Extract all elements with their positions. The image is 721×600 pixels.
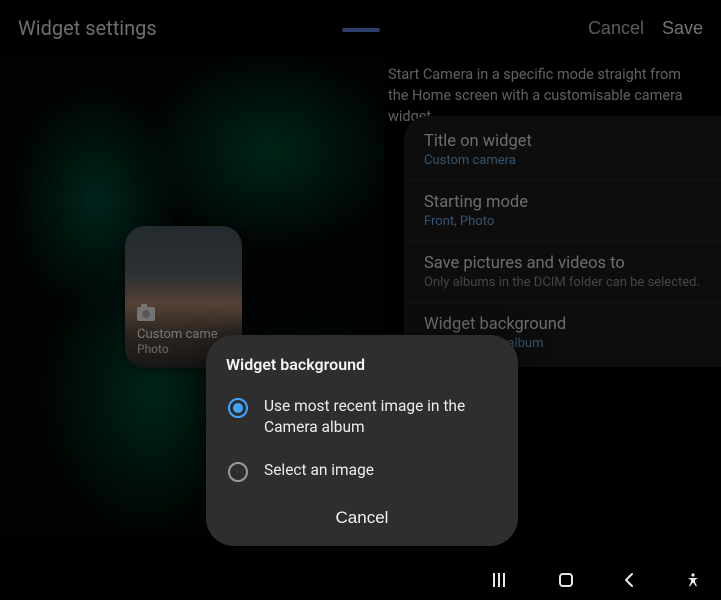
widget-background-dialog: Widget background Use most recent image …	[206, 335, 518, 546]
home-icon[interactable]	[559, 573, 573, 587]
app-header: Widget settings Cancel Save	[0, 0, 721, 56]
radio-icon	[228, 462, 248, 482]
setting-label: Widget background	[424, 315, 701, 334]
page-title: Widget settings	[18, 16, 157, 40]
settings-list: Title on widget Custom camera Starting m…	[404, 116, 721, 367]
setting-value: Custom camera	[424, 153, 701, 168]
option-label: Use most recent image in the Camera albu…	[264, 396, 496, 438]
setting-hint: Only albums in the DCIM folder can be se…	[424, 275, 701, 290]
dialog-cancel-button[interactable]: Cancel	[226, 496, 498, 534]
camera-icon	[137, 307, 155, 321]
save-button[interactable]: Save	[662, 18, 703, 39]
setting-label: Save pictures and videos to	[424, 254, 701, 273]
radio-icon	[228, 398, 248, 418]
header-actions: Cancel Save	[588, 18, 703, 39]
setting-title-on-widget[interactable]: Title on widget Custom camera	[404, 120, 721, 181]
setting-save-location[interactable]: Save pictures and videos to Only albums …	[404, 242, 721, 303]
camera-notch	[342, 28, 380, 32]
dialog-title: Widget background	[226, 355, 498, 374]
back-icon[interactable]	[623, 572, 635, 588]
option-label: Select an image	[264, 460, 374, 481]
option-select-image[interactable]: Select an image	[226, 452, 498, 496]
cancel-button[interactable]: Cancel	[588, 18, 644, 39]
setting-label: Title on widget	[424, 132, 701, 151]
system-navbar	[0, 560, 721, 600]
setting-label: Starting mode	[424, 193, 701, 212]
setting-starting-mode[interactable]: Starting mode Front, Photo	[404, 181, 721, 242]
setting-value: Front, Photo	[424, 214, 701, 229]
recents-icon[interactable]	[493, 573, 509, 587]
accessibility-icon[interactable]	[685, 572, 701, 588]
option-recent-image[interactable]: Use most recent image in the Camera albu…	[226, 388, 498, 452]
